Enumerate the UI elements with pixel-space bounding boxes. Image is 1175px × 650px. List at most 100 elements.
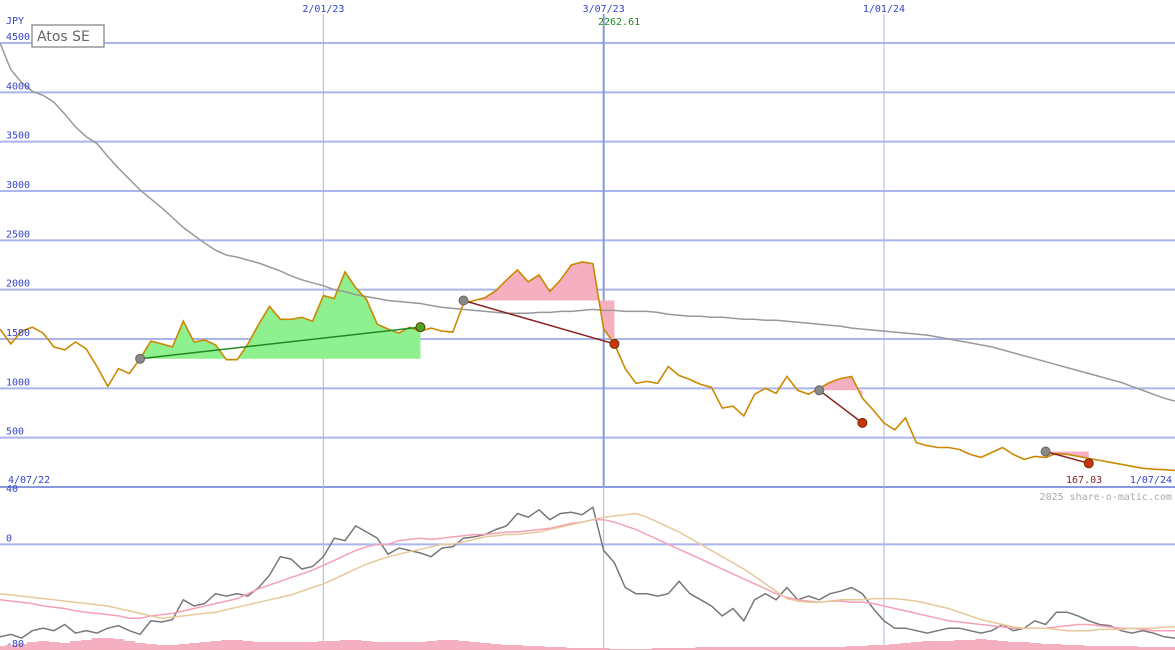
volume-bar: [145, 644, 157, 650]
volume-bar: [1115, 646, 1127, 650]
price-tick-label: 1500: [6, 328, 30, 339]
trade-entry-marker: [135, 353, 146, 364]
volume-bar: [1029, 643, 1041, 650]
price-tick-label: 2000: [6, 279, 30, 290]
volume-bar: [910, 642, 923, 650]
trade-exit-marker: [1083, 458, 1094, 469]
volume-bar: [0, 646, 6, 650]
volume-bar: [167, 645, 179, 650]
volume-bar: [393, 642, 405, 650]
price-tick-label: 3000: [6, 180, 30, 191]
date-tick-label: 3/07/23: [583, 4, 625, 15]
price-tick-label: 4000: [6, 81, 30, 92]
volume-bar: [134, 643, 147, 650]
volume-bar: [350, 640, 362, 650]
volume-bar: [447, 640, 459, 650]
volume-bar: [954, 640, 966, 650]
volume-bar: [964, 640, 977, 650]
volume-bar: [997, 641, 1009, 650]
volume-bar: [943, 641, 955, 650]
price-tick-label: 4500: [6, 32, 30, 43]
trade-entry-marker: [458, 295, 469, 306]
volume-bar: [220, 640, 233, 650]
volume-bar: [318, 641, 330, 650]
volume-bar: [274, 642, 287, 650]
volume-bar: [415, 642, 427, 650]
trade-exit-marker: [609, 338, 620, 349]
volume-bar: [1061, 645, 1074, 650]
volume-bar: [70, 641, 82, 650]
volume-bar: [436, 640, 448, 650]
volume-bar: [210, 641, 222, 650]
volume-bar: [80, 640, 93, 650]
volume-bar: [889, 644, 901, 650]
volume-bar: [339, 640, 351, 650]
start-date-label: 4/07/22: [8, 475, 50, 486]
volume-bar: [26, 642, 39, 650]
volume-bar: [1018, 642, 1030, 650]
volume-bar: [296, 642, 308, 650]
credit-label: 2025 share-o-matic.com: [1040, 492, 1172, 503]
volume-bar: [307, 642, 319, 650]
volume-bar: [1007, 642, 1020, 650]
volume-bar: [1126, 646, 1138, 650]
volume-bar: [102, 638, 114, 650]
volume-bar: [328, 641, 341, 650]
date-tick-label: 2/01/23: [302, 4, 344, 15]
volume-bar: [468, 642, 481, 650]
volume-bar: [975, 639, 987, 650]
chart-background: [0, 0, 1175, 650]
price-tick-label: 1000: [6, 377, 30, 388]
volume-bar: [490, 644, 502, 650]
volume-bar: [253, 642, 265, 650]
volume-bar: [59, 643, 71, 650]
price-tick-label: 2500: [6, 229, 30, 240]
volume-bar: [48, 642, 60, 650]
oscillator-tick-label: -80: [6, 639, 24, 650]
volume-bar: [856, 646, 869, 650]
title-box: Atos SE: [31, 24, 105, 48]
volume-bar: [878, 645, 890, 650]
volume-bar: [242, 641, 254, 650]
volume-bar: [264, 642, 276, 650]
volume-bar: [1104, 646, 1117, 650]
peak-price-label: 2262.61: [598, 17, 640, 28]
trade-exit-marker: [857, 417, 868, 428]
currency-label: JPY: [6, 16, 24, 27]
volume-bar: [522, 646, 535, 650]
volume-bar: [1040, 644, 1052, 650]
volume-bar: [361, 641, 373, 650]
end-date-label: 1/07/24: [1130, 475, 1172, 486]
chart-title: Atos SE: [37, 29, 90, 45]
trade-exit-marker: [415, 322, 426, 333]
trade-entry-marker: [814, 385, 825, 396]
trade-entry-marker: [1040, 446, 1051, 457]
last-price-label: 167.03: [1066, 475, 1102, 486]
volume-bar: [900, 643, 912, 650]
volume-bar: [1072, 645, 1084, 650]
volume-bar: [156, 645, 168, 650]
volume-bar: [425, 641, 438, 650]
price-tick-label: 3500: [6, 131, 30, 142]
volume-bar: [91, 638, 103, 650]
volume-bar: [867, 645, 880, 650]
volume-bar: [479, 643, 491, 650]
volume-bar: [404, 642, 416, 650]
volume-bar: [231, 640, 244, 650]
volume-bar: [533, 646, 545, 650]
volume-bar: [113, 639, 125, 650]
volume-bar: [921, 641, 933, 650]
oscillator-tick-label: 0: [6, 533, 12, 544]
volume-bar: [932, 641, 944, 650]
volume-bar: [501, 645, 513, 650]
volume-bar: [1094, 646, 1106, 650]
volume-bar: [382, 642, 394, 650]
volume-bar: [512, 645, 524, 650]
volume-bar: [37, 641, 50, 650]
volume-bar: [986, 640, 998, 650]
volume-bar: [458, 641, 470, 650]
volume-bar: [199, 642, 211, 650]
price-tick-label: 500: [6, 427, 24, 438]
volume-bar: [123, 641, 136, 650]
volume-bar: [177, 644, 190, 650]
